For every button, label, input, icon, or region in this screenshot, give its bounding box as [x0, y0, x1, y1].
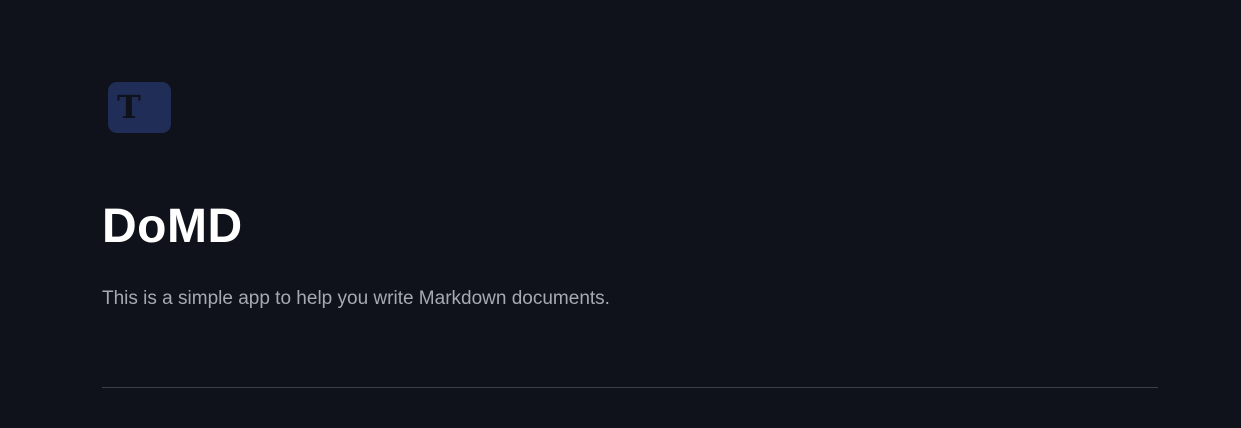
app-page: T DoMD This is a simple app to help you … [0, 0, 1241, 428]
page-title: DoMD [102, 200, 243, 253]
logo-glyph: T [117, 88, 141, 126]
divider [102, 387, 1158, 388]
page-description: This is a simple app to help you write M… [102, 288, 610, 309]
text-format-icon: T [108, 82, 171, 133]
